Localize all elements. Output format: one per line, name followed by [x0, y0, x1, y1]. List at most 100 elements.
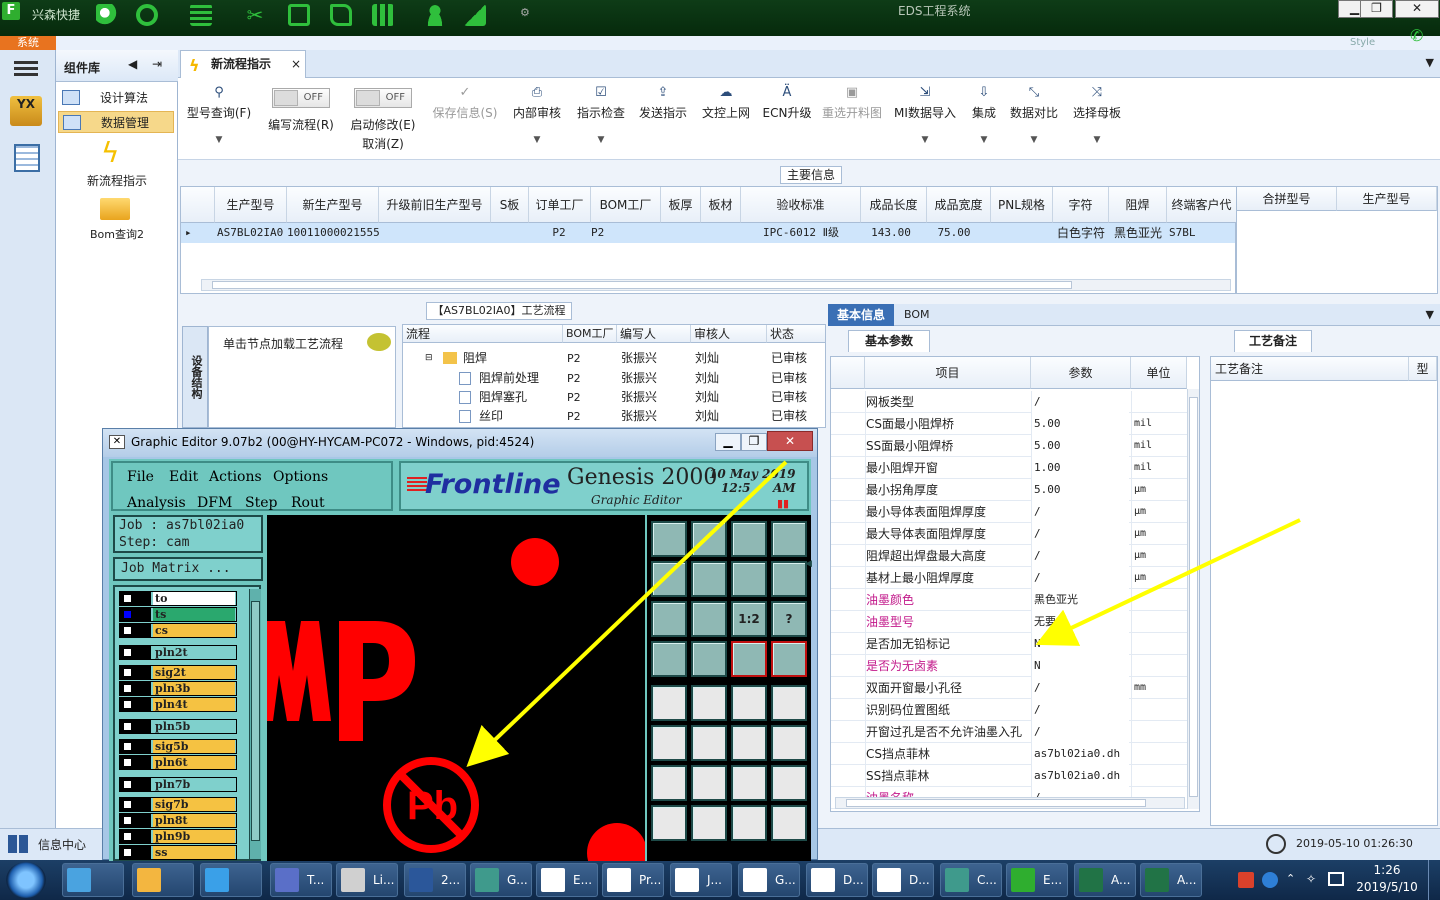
- param-row[interactable]: 是否为无卤素 N: [831, 655, 1187, 677]
- layer-row[interactable]: pln3b: [119, 681, 237, 696]
- table-cell[interactable]: 75.00: [927, 223, 981, 243]
- chat-icon[interactable]: [367, 333, 391, 351]
- layer-checkbox[interactable]: [120, 592, 151, 605]
- table-cell[interactable]: 143.00: [861, 223, 921, 243]
- search-icon[interactable]: [96, 4, 118, 26]
- layer-row[interactable]: pln5b: [119, 719, 237, 734]
- ruler-icon[interactable]: [731, 685, 767, 721]
- layer-checkbox[interactable]: [120, 830, 151, 843]
- system-tab[interactable]: 系统: [0, 36, 56, 50]
- column-header[interactable]: 型: [1409, 357, 1437, 381]
- window-icon[interactable]: [771, 521, 807, 557]
- taskbar-item[interactable]: E...: [536, 863, 598, 897]
- comp-item-design[interactable]: 设计算法: [58, 87, 174, 109]
- column-header[interactable]: S板: [491, 187, 529, 223]
- layer-checkbox[interactable]: [120, 646, 151, 659]
- layer-checkbox[interactable]: [120, 608, 151, 621]
- param-row[interactable]: 基材上最小阻焊厚度 / μm: [831, 567, 1187, 589]
- layer-row[interactable]: pln4t: [119, 697, 237, 712]
- column-header[interactable]: 状态: [767, 325, 825, 343]
- lightning-icon[interactable]: ϟ: [101, 138, 123, 168]
- collapse-icon[interactable]: ◀: [128, 57, 137, 71]
- column-header[interactable]: 成品长度: [861, 187, 927, 223]
- undo-icon[interactable]: [651, 561, 687, 597]
- write-flow-toggle[interactable]: OFF 编写流程(R): [266, 88, 336, 133]
- table-cell[interactable]: AS7BL02IA0: [217, 223, 287, 243]
- start-modify-toggle[interactable]: OFF 启动修改(E) 取消(Z): [346, 88, 420, 152]
- move-icon[interactable]: [651, 805, 687, 841]
- bom-query-link[interactable]: Bom查询2: [74, 226, 160, 242]
- scrollbar-thumb[interactable]: [251, 601, 260, 841]
- layer-row[interactable]: sig5b: [119, 739, 237, 754]
- scissors-icon[interactable]: ✂: [244, 4, 266, 26]
- menu-dfm[interactable]: DFM: [197, 495, 232, 511]
- side-tab-equipment[interactable]: 设备结构: [182, 326, 208, 428]
- menu-options[interactable]: Options: [273, 469, 328, 485]
- redo-icon[interactable]: [691, 561, 727, 597]
- column-header[interactable]: BOM工厂: [591, 187, 661, 223]
- internal-review-button[interactable]: ⎙ 内部审核 ▼: [510, 86, 564, 146]
- info-center-button[interactable]: 信息中心: [38, 836, 86, 853]
- menu-rout[interactable]: Rout: [291, 495, 325, 511]
- dropdown-arrow-icon[interactable]: ▼: [1426, 308, 1434, 321]
- column-header[interactable]: 单位: [1131, 357, 1187, 389]
- tree-row[interactable]: 丝印 P2 张振兴 刘灿 已审核: [403, 407, 825, 426]
- layer-row[interactable]: ss: [119, 845, 237, 860]
- taskbar-item[interactable]: G...: [738, 863, 800, 897]
- param-value[interactable]: /: [1031, 567, 1129, 589]
- layer-checkbox[interactable]: [120, 624, 151, 637]
- mi-import-button[interactable]: ⇲ MI数据导入 ▼: [892, 86, 958, 146]
- data-compare-button[interactable]: ⤡ 数据对比 ▼: [1008, 86, 1060, 146]
- param-row[interactable]: 最小导体表面阻焊厚度 / μm: [831, 501, 1187, 523]
- group-icon[interactable]: [771, 805, 807, 841]
- param-value[interactable]: 黑色亚光: [1031, 589, 1129, 611]
- taskbar-item[interactable]: D...: [806, 863, 868, 897]
- save-info-button[interactable]: ✓ 保存信息(S): [428, 86, 502, 121]
- param-row[interactable]: 开窗过孔是否不允许油墨入孔 /: [831, 721, 1187, 743]
- column-header[interactable]: 升级前旧生产型号: [379, 187, 491, 223]
- param-value[interactable]: /: [1031, 721, 1129, 743]
- new-flow-link[interactable]: 新流程指示: [74, 172, 160, 189]
- column-header[interactable]: 流程: [403, 325, 563, 343]
- layer-row[interactable]: pln2t: [119, 645, 237, 660]
- taskbar-item[interactable]: G...: [470, 863, 532, 897]
- column-header[interactable]: 生产型号: [1337, 187, 1437, 211]
- toggle-switch[interactable]: OFF: [354, 88, 412, 108]
- close-button[interactable]: ✕: [767, 431, 813, 451]
- folder-icon[interactable]: [100, 198, 130, 220]
- user-icon[interactable]: [424, 4, 446, 26]
- mirror-icon[interactable]: [771, 765, 807, 801]
- cross-icon[interactable]: [691, 725, 727, 761]
- quick-nav-label[interactable]: 兴森快捷: [32, 6, 80, 23]
- copy-icon[interactable]: [691, 685, 727, 721]
- column-header[interactable]: BOM工厂: [563, 325, 617, 343]
- column-header[interactable]: 新生产型号: [287, 187, 379, 223]
- close-button[interactable]: ✕: [1395, 0, 1439, 18]
- param-row[interactable]: 油墨颜色 黑色亚光: [831, 589, 1187, 611]
- zoom-icon[interactable]: [691, 601, 727, 637]
- layer-row[interactable]: sig7b: [119, 797, 237, 812]
- column-header[interactable]: 项目: [865, 357, 1031, 389]
- target-icon[interactable]: [651, 685, 687, 721]
- column-header[interactable]: 订单工厂: [529, 187, 591, 223]
- column-header[interactable]: 生产型号: [215, 187, 287, 223]
- horizontal-scrollbar[interactable]: [835, 797, 1185, 809]
- column-header[interactable]: 字符: [1053, 187, 1109, 223]
- script-icon[interactable]: [651, 641, 687, 677]
- param-value[interactable]: 5.00: [1031, 479, 1129, 501]
- pin-icon[interactable]: ⇥: [152, 57, 162, 71]
- tab-basic-info[interactable]: 基本信息: [828, 304, 894, 326]
- param-value[interactable]: 1.00: [1031, 457, 1129, 479]
- save-icon[interactable]: [691, 521, 727, 557]
- tab-menu-icon[interactable]: ▼: [1426, 56, 1434, 69]
- style-label[interactable]: Style: [1350, 37, 1375, 48]
- param-value[interactable]: 无要求: [1031, 611, 1129, 633]
- table-cell[interactable]: 黑色亚光: [1109, 223, 1167, 243]
- tree-row[interactable]: 阻焊前处理 P2 张振兴 刘灿 已审核: [403, 369, 825, 388]
- layer-row[interactable]: ts: [119, 607, 237, 622]
- settings-icon[interactable]: ⚙: [520, 6, 530, 19]
- tray-help-icon[interactable]: [1262, 872, 1278, 888]
- layer-checkbox[interactable]: [120, 682, 151, 695]
- open-icon[interactable]: [651, 521, 687, 557]
- param-row[interactable]: 最小拐角厚度 5.00 μm: [831, 479, 1187, 501]
